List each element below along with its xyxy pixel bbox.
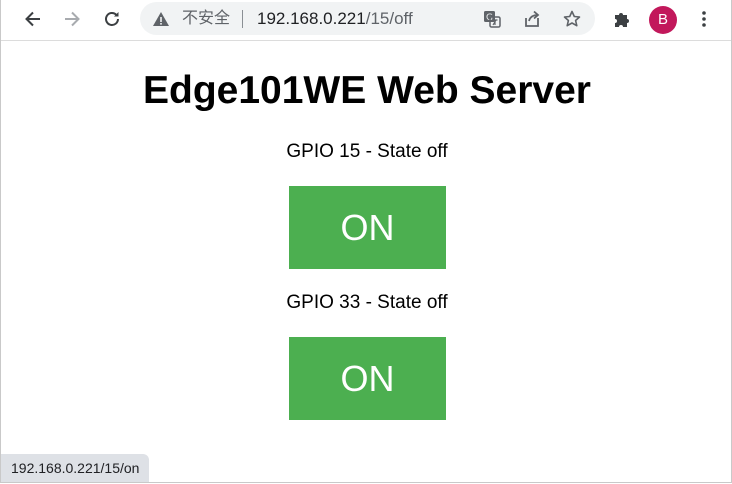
puzzle-icon <box>612 9 632 29</box>
kebab-menu-icon <box>694 9 714 29</box>
url-path: /15/off <box>365 9 413 28</box>
arrow-left-icon <box>23 9 43 29</box>
gpio-33-on-button[interactable]: ON <box>289 337 446 420</box>
omnibox-divider <box>242 10 243 28</box>
forward-button[interactable] <box>57 4 87 34</box>
extensions-button[interactable] <box>607 4 637 34</box>
share-icon[interactable] <box>520 7 544 31</box>
browser-toolbar: 不安全 192.168.0.221/15/off G B <box>1 0 731 41</box>
profile-avatar[interactable]: B <box>649 6 677 34</box>
gpio-15-on-button[interactable]: ON <box>289 186 446 269</box>
status-bar-link-preview: 192.168.0.221/15/on <box>1 454 150 482</box>
browser-window: 不安全 192.168.0.221/15/off G B Edge101WE W… <box>0 0 732 483</box>
gpio-33-state-label: GPIO 33 - State off <box>286 292 448 313</box>
gpio-15-state-label: GPIO 15 - State off <box>286 141 448 162</box>
page-title: Edge101WE Web Server <box>143 69 591 112</box>
arrow-right-icon <box>62 9 82 29</box>
security-status-text[interactable]: 不安全 <box>182 9 230 29</box>
back-button[interactable] <box>18 4 48 34</box>
menu-button[interactable] <box>689 4 719 34</box>
star-icon[interactable] <box>560 7 584 31</box>
url-host: 192.168.0.221 <box>257 9 366 28</box>
url-text[interactable]: 192.168.0.221/15/off <box>257 8 413 29</box>
reload-icon <box>102 9 122 29</box>
warning-triangle-icon[interactable] <box>152 10 170 28</box>
address-bar[interactable]: 不安全 192.168.0.221/15/off G <box>140 2 595 35</box>
translate-icon[interactable]: G <box>480 7 504 31</box>
page-content: Edge101WE Web Server GPIO 15 - State off… <box>1 41 731 482</box>
reload-button[interactable] <box>97 4 127 34</box>
